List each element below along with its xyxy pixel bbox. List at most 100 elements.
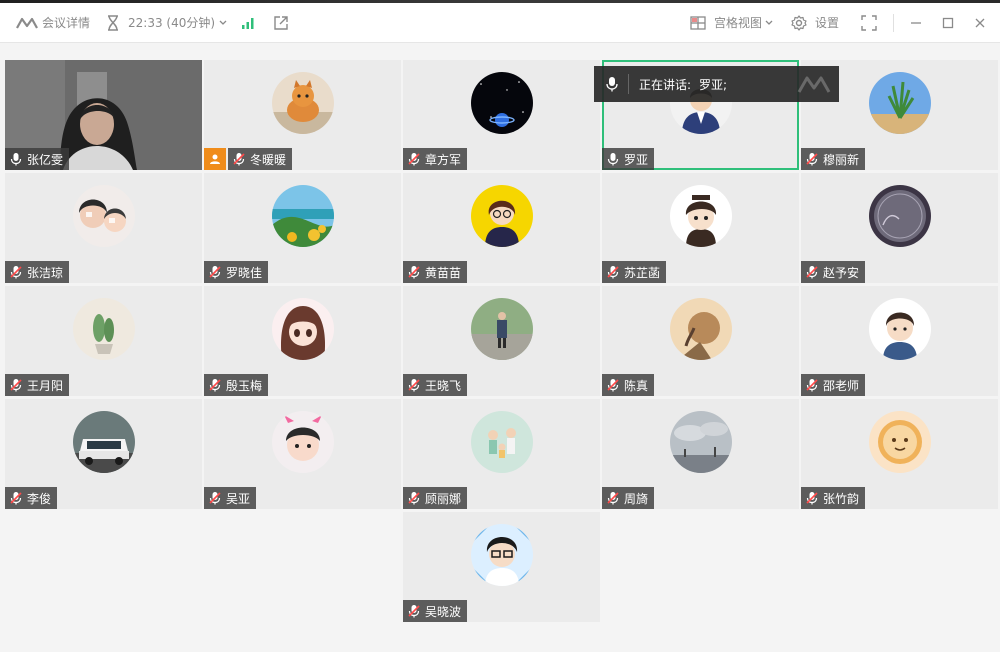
mic-muted-icon	[607, 266, 619, 279]
mic-muted-icon	[408, 605, 420, 618]
divider	[893, 13, 894, 32]
avatar	[73, 411, 135, 473]
hourglass-icon	[106, 14, 120, 31]
participant-name: 苏芷菡	[624, 265, 661, 280]
participant-name: 吴亚	[226, 491, 251, 506]
participant-tile[interactable]: 苏芷菡	[602, 173, 799, 283]
mic-muted-icon	[209, 379, 221, 392]
participant-nametag: 王月阳	[5, 374, 70, 396]
mic-muted-icon	[10, 379, 22, 392]
mic-muted-icon	[607, 492, 619, 505]
participant-nametag: 张洁琼	[5, 261, 70, 283]
gallery-view-label: 宫格视图	[713, 16, 762, 30]
participant-name: 王晓飞	[425, 378, 462, 393]
participant-nametag: 罗亚	[602, 148, 655, 170]
participant-nametag: 邵老师	[801, 374, 866, 396]
participant-name: 王月阳	[27, 378, 64, 393]
participant-nametag: 罗晓佳	[204, 261, 269, 283]
avatar	[471, 524, 533, 586]
participant-tile[interactable]: 张洁琼	[5, 173, 202, 283]
avatar	[73, 185, 135, 247]
participant-name: 穆丽新	[823, 152, 860, 167]
participant-nametag: 黄苗苗	[403, 261, 468, 283]
participant-tile[interactable]: 李俊	[5, 399, 202, 509]
close-icon[interactable]	[974, 3, 986, 42]
participant-name: 黄苗苗	[425, 265, 462, 280]
avatar	[670, 185, 732, 247]
signal-strength-icon[interactable]	[241, 3, 255, 42]
settings-label: 设置	[814, 16, 839, 30]
participant-nametag: 李俊	[5, 487, 58, 509]
mic-muted-icon	[806, 492, 818, 505]
timer-dropdown[interactable]: 22:33 (40分钟)	[106, 3, 227, 42]
participant-tile[interactable]: 张亿雯	[5, 60, 202, 170]
meeting-logo-icon	[16, 16, 38, 30]
participant-tile[interactable]: 黄苗苗	[403, 173, 600, 283]
host-badge	[204, 148, 226, 170]
mic-muted-icon	[806, 379, 818, 392]
host-user-icon	[210, 154, 220, 164]
avatar	[471, 185, 533, 247]
speaking-name: 罗亚;	[699, 77, 728, 92]
participant-nametag: 冬暖暖	[228, 148, 293, 170]
participant-nametag: 穆丽新	[801, 148, 866, 170]
participant-nametag: 章方军	[403, 148, 468, 170]
avatar	[272, 411, 334, 473]
participant-tile[interactable]: 顾丽娜	[403, 399, 600, 509]
participant-name: 李俊	[27, 491, 52, 506]
participant-tile[interactable]: 章方军	[403, 60, 600, 170]
mic-muted-icon	[408, 153, 420, 166]
participant-tile[interactable]: 吴晓波	[403, 512, 600, 622]
share-link-icon[interactable]	[273, 3, 289, 42]
participant-name: 陈真	[624, 378, 649, 393]
avatar	[869, 72, 931, 134]
mic-muted-icon	[806, 266, 818, 279]
fullscreen-icon[interactable]	[861, 3, 877, 42]
speaking-label: 正在讲话:	[639, 77, 692, 92]
maximize-icon[interactable]	[942, 3, 954, 42]
participant-nametag: 陈真	[602, 374, 655, 396]
speaking-indicator: 正在讲话: 罗亚;	[594, 66, 839, 102]
participant-name: 邵老师	[823, 378, 860, 393]
participant-tile[interactable]: 张竹韵	[801, 399, 998, 509]
participant-nametag: 张竹韵	[801, 487, 866, 509]
avatar	[272, 298, 334, 360]
participant-name: 张洁琼	[27, 265, 64, 280]
avatar	[471, 411, 533, 473]
participant-name: 赵予安	[823, 265, 860, 280]
participant-name: 张竹韵	[823, 491, 860, 506]
minimize-icon[interactable]	[910, 3, 922, 42]
avatar	[471, 72, 533, 134]
participant-tile[interactable]: 殷玉梅	[204, 286, 401, 396]
participant-tile[interactable]: 罗晓佳	[204, 173, 401, 283]
gallery-view-dropdown[interactable]: 宫格视图	[690, 3, 773, 42]
grid-view-icon	[690, 15, 706, 30]
participant-tile[interactable]: 王晓飞	[403, 286, 600, 396]
participant-nametag: 周旖	[602, 487, 655, 509]
participant-tile[interactable]: 吴亚	[204, 399, 401, 509]
title-bar: 会议详情 22:33 (40分钟) 宫格视图 设置	[0, 3, 1000, 43]
participant-name: 张亿雯	[27, 152, 64, 167]
participant-tile[interactable]: 赵予安	[801, 173, 998, 283]
mic-muted-icon	[10, 492, 22, 505]
avatar	[272, 72, 334, 134]
participant-nametag: 张亿雯	[5, 148, 70, 170]
participant-tile[interactable]: 陈真	[602, 286, 799, 396]
participant-nametag: 吴晓波	[403, 600, 468, 622]
participant-tile[interactable]: 周旖	[602, 399, 799, 509]
microphone-icon	[10, 153, 22, 166]
participant-nametag: 吴亚	[204, 487, 257, 509]
participant-tile[interactable]: 王月阳	[5, 286, 202, 396]
microphone-icon	[607, 153, 619, 166]
divider	[628, 74, 629, 94]
participant-tile[interactable]: 邵老师	[801, 286, 998, 396]
meeting-details-label: 会议详情	[42, 16, 91, 30]
avatar	[869, 411, 931, 473]
participant-name: 顾丽娜	[425, 491, 462, 506]
participant-tile[interactable]: 冬暖暖	[204, 60, 401, 170]
chevron-down-icon	[219, 20, 227, 26]
participant-nametag: 殷玉梅	[204, 374, 269, 396]
settings-button[interactable]: 设置	[791, 3, 839, 42]
meeting-details-button[interactable]: 会议详情	[16, 3, 90, 42]
participant-name: 冬暖暖	[250, 152, 287, 167]
